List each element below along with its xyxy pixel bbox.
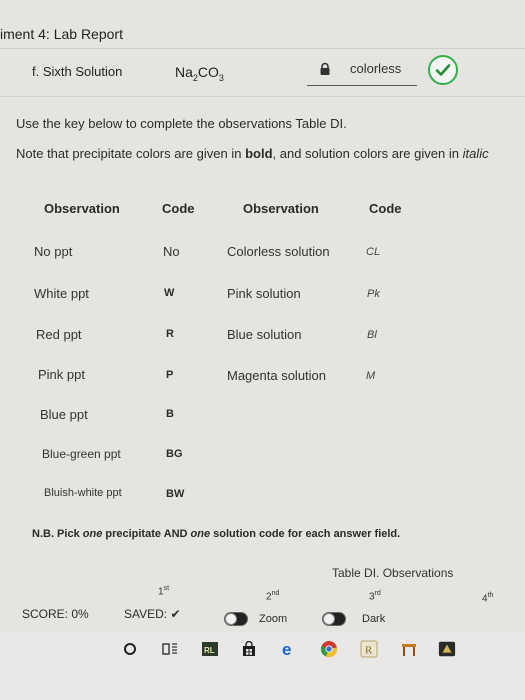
toggle-knob <box>225 613 237 625</box>
ppt-observation: Blue-green ppt <box>42 447 121 461</box>
divider <box>0 96 525 97</box>
ppt-code: B <box>166 408 174 420</box>
dark-mode-label: Dark <box>362 613 386 625</box>
ppt-observation: Pink ppt <box>38 367 85 382</box>
ppt-observation: White ppt <box>34 286 89 301</box>
observations-table-caption: Table DI. Observations <box>332 566 454 580</box>
column-header-1st: 1st <box>158 585 170 598</box>
note-text: N.B. Pick one precipitate AND one soluti… <box>32 528 401 540</box>
solution-formula: Na2CO3 <box>175 64 224 83</box>
app-rl-icon[interactable]: RL <box>201 640 219 658</box>
saved-status: SAVED: ✔ <box>124 607 181 621</box>
solution-code: CL <box>366 246 381 258</box>
solution-code: Bl <box>367 329 377 341</box>
ppt-code: BG <box>166 448 183 460</box>
header-observation: Observation <box>44 201 120 216</box>
svg-text:e: e <box>282 640 291 658</box>
solution-observation: Colorless solution <box>227 244 330 259</box>
dark-mode-toggle[interactable] <box>322 612 346 626</box>
zoom-toggle[interactable] <box>224 612 248 626</box>
ppt-code: W <box>164 287 175 299</box>
header-observation: Observation <box>243 201 319 216</box>
start-circle-icon[interactable] <box>121 640 139 658</box>
ppt-code: P <box>166 369 174 381</box>
store-bag-icon[interactable] <box>240 640 258 658</box>
header-code: Code <box>162 201 195 216</box>
instruction-line: Note that precipitate colors are given i… <box>16 146 489 161</box>
lock-icon <box>320 62 330 75</box>
ppt-code: No <box>163 244 180 259</box>
solution-observation: Blue solution <box>227 327 302 342</box>
solution-code: M <box>366 370 376 382</box>
solution-answer-field[interactable]: colorless <box>350 61 401 76</box>
app-r-icon[interactable]: R <box>360 640 378 658</box>
solution-observation: Magenta solution <box>227 368 327 383</box>
ppt-code: BW <box>166 488 185 500</box>
solution-code: Pk <box>367 288 380 300</box>
toggle-knob <box>323 613 335 625</box>
task-view-icon[interactable] <box>161 640 179 658</box>
chrome-browser-icon[interactable] <box>320 640 338 658</box>
correct-status-badge <box>428 55 458 85</box>
app-shelf-icon[interactable] <box>400 640 418 658</box>
edge-browser-icon[interactable]: e <box>280 640 298 658</box>
ppt-observation: Bluish-white ppt <box>44 487 122 499</box>
solution-observation: Pink solution <box>227 286 301 301</box>
answer-underline <box>307 85 417 86</box>
instruction-line: Use the key below to complete the observ… <box>16 116 347 131</box>
solution-label: f. Sixth Solution <box>32 64 123 79</box>
page-title: iment 4: Lab Report <box>0 26 123 42</box>
ppt-observation: Red ppt <box>36 327 82 342</box>
app-dark-icon[interactable] <box>438 640 456 658</box>
ppt-observation: No ppt <box>34 244 73 259</box>
ppt-observation: Blue ppt <box>40 407 88 422</box>
column-header-2nd: 2nd <box>266 590 280 603</box>
zoom-label: Zoom <box>259 613 288 625</box>
svg-text:R: R <box>365 645 373 657</box>
divider <box>0 48 525 49</box>
score-text: SCORE: 0% <box>22 607 89 621</box>
svg-text:RL: RL <box>204 646 215 655</box>
ppt-code: R <box>166 328 174 340</box>
column-header-3rd: 3rd <box>369 590 381 603</box>
header-code: Code <box>369 201 402 216</box>
checkmark-icon <box>435 64 451 76</box>
column-header-4th: 4th <box>482 592 494 605</box>
